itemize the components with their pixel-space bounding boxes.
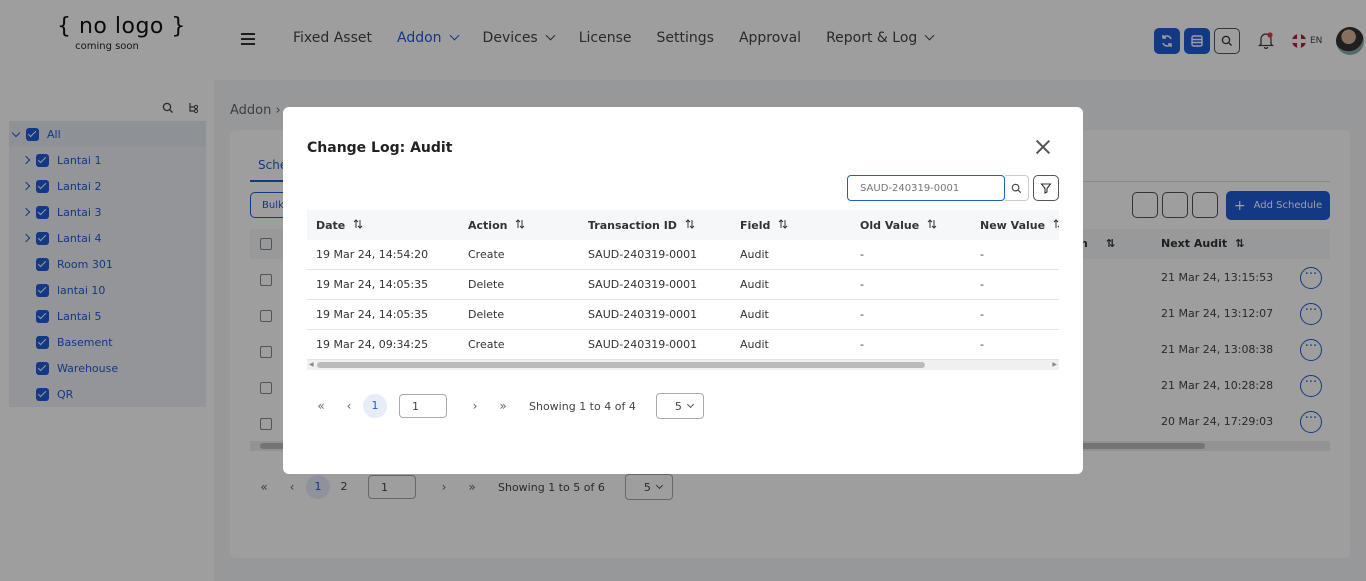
- column-header-new-value[interactable]: New Value: [980, 219, 1059, 232]
- change-log-pagination: «‹ 1 1 ›» Showing 1 to 4 of 45: [307, 393, 704, 419]
- table-cell: -: [860, 308, 864, 321]
- table-cell: -: [980, 278, 984, 291]
- table-cell: 19 Mar 24, 14:54:20: [316, 248, 429, 261]
- change-log-table-header: Date Action Transaction ID Field Old Value Ne…: [307, 210, 1059, 240]
- table-cell: SAUD-240319-0001: [588, 278, 698, 291]
- sort-icon[interactable]: [353, 219, 363, 232]
- pagination-summary: Showing 1 to 4 of 4: [529, 399, 636, 413]
- column-header-label: Field: [740, 219, 771, 232]
- table-cell: 19 Mar 24, 14:05:35: [316, 278, 429, 291]
- sort-icon[interactable]: [515, 219, 525, 232]
- table-cell: -: [860, 248, 864, 261]
- close-icon[interactable]: [1033, 137, 1053, 157]
- table-cell: Create: [468, 248, 505, 261]
- table-cell: 19 Mar 24, 09:34:25: [316, 338, 429, 351]
- column-header-date[interactable]: Date: [316, 219, 363, 232]
- change-log-filter-button[interactable]: [1033, 175, 1059, 201]
- table-cell: Audit: [740, 278, 769, 291]
- search-icon: [1011, 183, 1022, 193]
- column-header-field[interactable]: Field: [740, 219, 788, 232]
- table-cell: Delete: [468, 278, 505, 291]
- change-log-search-button[interactable]: [1005, 175, 1029, 201]
- column-header-label: Action: [468, 219, 508, 232]
- table-cell: -: [860, 338, 864, 351]
- filter-icon: [1040, 183, 1052, 194]
- change-log-search-input[interactable]: SAUD-240319-0001: [847, 175, 1005, 201]
- sort-icon[interactable]: [1053, 219, 1059, 232]
- table-row[interactable]: 19 Mar 24, 09:34:25 Create SAUD-240319-000…: [307, 330, 1059, 360]
- table-cell: Audit: [740, 338, 769, 351]
- chevron-down-icon: [686, 400, 694, 409]
- sort-icon[interactable]: [778, 219, 788, 232]
- page-jump-input[interactable]: 1: [399, 394, 447, 418]
- table-cell: Audit: [740, 308, 769, 321]
- next-page-icon[interactable]: ›: [461, 399, 489, 413]
- table-cell: SAUD-240319-0001: [588, 248, 698, 261]
- table-cell: Audit: [740, 248, 769, 261]
- column-header-old-value[interactable]: Old Value: [860, 219, 937, 232]
- change-log-table: Date Action Transaction ID Field Old Value Ne…: [307, 210, 1059, 360]
- column-header-label: Transaction ID: [588, 219, 677, 232]
- first-page-icon[interactable]: «: [307, 399, 335, 413]
- prev-page-icon[interactable]: ‹: [335, 399, 363, 413]
- change-log-modal: Change Log: Audit SAUD-240319-0001 Date A…: [283, 107, 1083, 474]
- page-size-value: 5: [674, 399, 682, 413]
- table-cell: SAUD-240319-0001: [588, 308, 698, 321]
- table-cell: -: [980, 308, 984, 321]
- table-cell: -: [980, 338, 984, 351]
- sort-icon[interactable]: [927, 219, 937, 232]
- change-log-table-body: 19 Mar 24, 14:54:20 Create SAUD-240319-000…: [307, 240, 1059, 360]
- column-header-label: Old Value: [860, 219, 920, 232]
- change-log-horizontal-scrollbar[interactable]: ◀ ▶: [307, 360, 1059, 370]
- last-page-icon[interactable]: »: [489, 399, 517, 413]
- sort-icon[interactable]: [685, 219, 695, 232]
- column-header-action[interactable]: Action: [468, 219, 525, 232]
- table-row[interactable]: 19 Mar 24, 14:05:35 Delete SAUD-240319-000…: [307, 270, 1059, 300]
- table-cell: Create: [468, 338, 505, 351]
- table-cell: -: [860, 278, 864, 291]
- table-row[interactable]: 19 Mar 24, 14:05:35 Delete SAUD-240319-000…: [307, 300, 1059, 330]
- table-cell: -: [980, 248, 984, 261]
- table-cell: SAUD-240319-0001: [588, 338, 698, 351]
- page: { no logo } coming soon Fixed Asset Addon…: [0, 0, 1366, 581]
- table-cell: 19 Mar 24, 14:05:35: [316, 308, 429, 321]
- table-cell: Delete: [468, 308, 505, 321]
- column-header-transaction-id[interactable]: Transaction ID: [588, 219, 695, 232]
- column-header-label: Date: [316, 219, 346, 232]
- modal-title: Change Log: Audit: [307, 140, 453, 156]
- page-size-select[interactable]: 5: [655, 393, 704, 419]
- table-row[interactable]: 19 Mar 24, 14:54:20 Create SAUD-240319-000…: [307, 240, 1059, 270]
- column-header-label: New Value: [980, 219, 1046, 232]
- page-number-button[interactable]: 1: [363, 394, 387, 418]
